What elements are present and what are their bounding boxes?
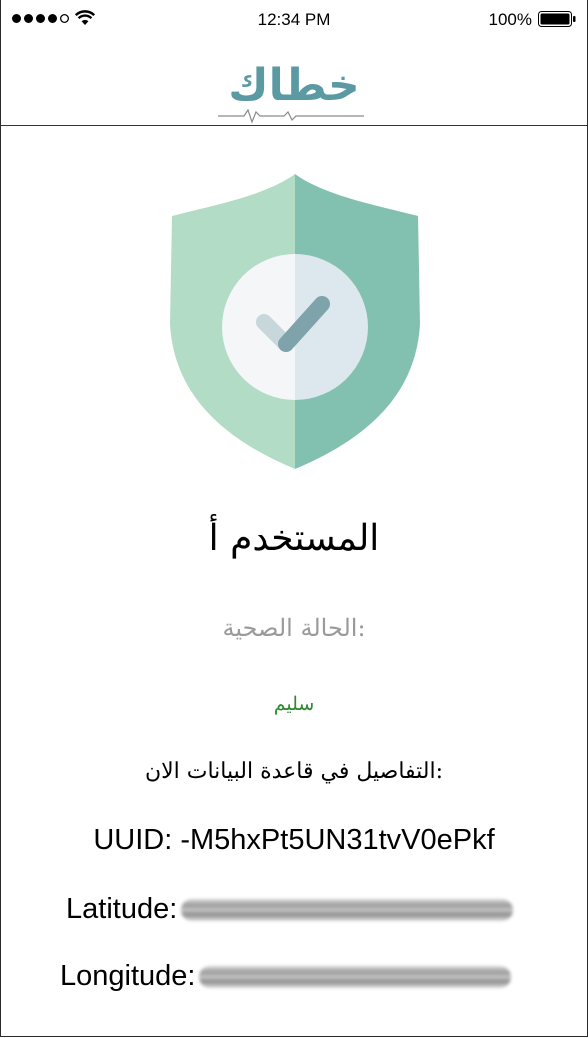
latitude-redacted-value bbox=[181, 898, 514, 921]
uuid-value: UUID: -M5hxPt5UN31tvV0ePkf bbox=[93, 824, 495, 856]
longitude-label: Longitude: bbox=[60, 960, 196, 992]
app-logo: خطاك bbox=[218, 60, 364, 124]
battery-icon bbox=[538, 11, 576, 27]
health-status-label: الحالة الصحية: bbox=[222, 614, 366, 642]
details-title: التفاصيل في قاعدة البيانات الان: bbox=[144, 759, 444, 784]
status-bar: 12:34 PM 100% bbox=[0, 0, 588, 40]
shield-check-icon bbox=[170, 174, 420, 469]
latitude-row: Latitude: bbox=[66, 893, 514, 926]
longitude-row: Longitude: bbox=[60, 960, 512, 993]
battery-percent: 100% bbox=[488, 10, 532, 29]
nav-header: خطاك bbox=[0, 40, 588, 126]
logo-text: خطاك bbox=[228, 60, 359, 111]
user-name: المستخدم أ bbox=[208, 518, 380, 559]
heartbeat-line-icon bbox=[218, 108, 364, 124]
latitude-label: Latitude: bbox=[66, 893, 178, 925]
longitude-redacted-value bbox=[199, 965, 512, 988]
health-status-value: سليم bbox=[273, 693, 315, 715]
